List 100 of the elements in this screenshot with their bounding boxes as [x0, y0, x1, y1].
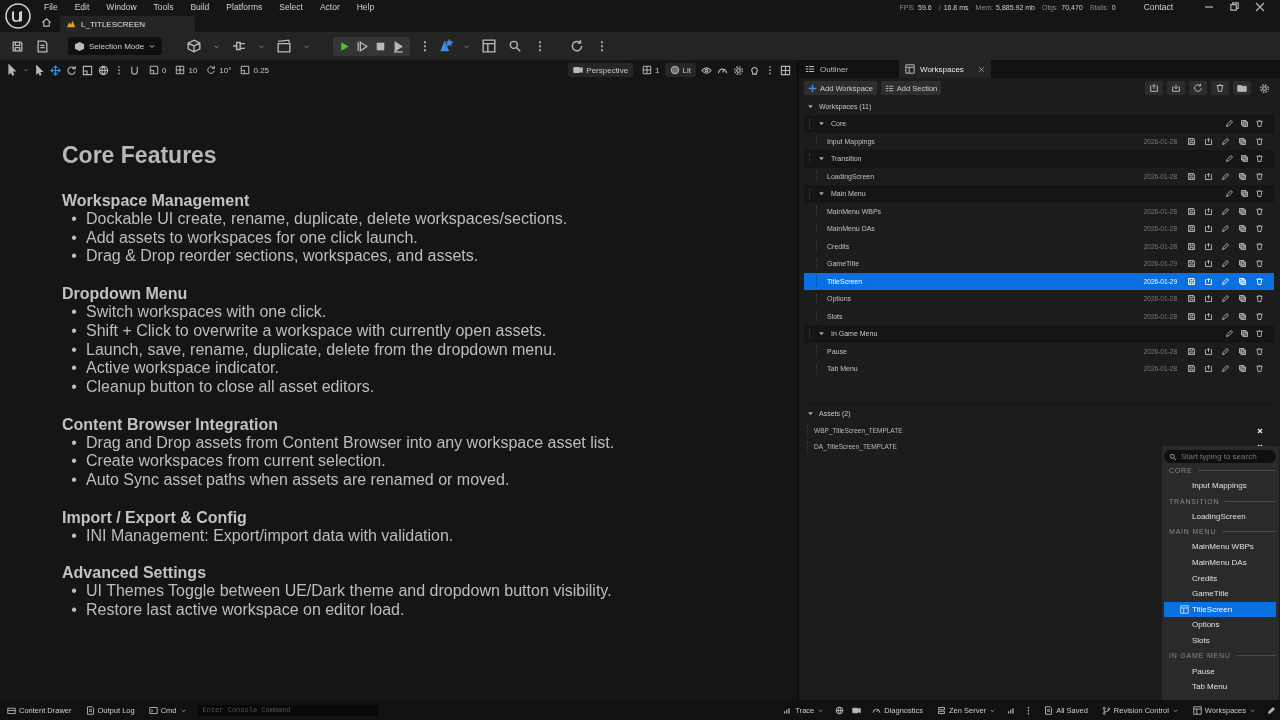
save-icon[interactable] — [1187, 136, 1196, 146]
duplicate-icon[interactable] — [1238, 364, 1247, 374]
search-icon[interactable] — [508, 39, 523, 53]
menu-entry[interactable]: MainMenu WBPs — [1164, 539, 1276, 555]
duplicate-icon[interactable] — [1238, 294, 1247, 304]
lit-icon[interactable] — [669, 65, 680, 75]
delete-icon[interactable] — [1255, 311, 1264, 321]
menu-entry[interactable]: Tab Menu — [1164, 678, 1276, 695]
close-icon[interactable] — [978, 65, 985, 73]
save-icon[interactable] — [1187, 206, 1196, 216]
delete-icon[interactable] — [1255, 206, 1264, 216]
delete-icon[interactable] — [1255, 189, 1264, 199]
delete-icon[interactable] — [1255, 346, 1264, 356]
snap-icon[interactable] — [175, 65, 186, 75]
duplicate-icon[interactable] — [1238, 259, 1247, 269]
duplicate-icon[interactable] — [1238, 136, 1247, 146]
surface-snap-icon[interactable] — [129, 64, 140, 76]
view-button[interactable]: Perspective — [568, 63, 634, 77]
save-icon[interactable] — [1187, 241, 1196, 251]
duplicate-icon[interactable] — [1238, 171, 1247, 181]
view-mode-button[interactable]: Lit — [664, 63, 696, 77]
menu-entry[interactable]: Pause — [1164, 663, 1276, 679]
add-actor-icon[interactable] — [187, 39, 202, 53]
screenshot-icon[interactable] — [852, 705, 862, 715]
duplicate-icon[interactable] — [1238, 346, 1247, 356]
refresh-icon[interactable] — [1193, 83, 1203, 93]
snap-value[interactable]: 0.25 — [240, 65, 270, 75]
delete-icon[interactable] — [1215, 83, 1225, 93]
save-icon[interactable] — [1187, 224, 1196, 234]
delete-icon[interactable] — [1255, 154, 1264, 164]
delete-icon[interactable] — [1255, 136, 1264, 146]
snap-value[interactable]: 0 — [149, 65, 167, 75]
chevron-icon[interactable] — [23, 67, 29, 73]
step-icon[interactable] — [356, 39, 370, 53]
delete-icon[interactable] — [1255, 329, 1264, 339]
close-icon[interactable] — [1254, 1, 1266, 13]
menu-item[interactable]: Tools — [153, 2, 174, 12]
save-icon[interactable] — [1187, 346, 1196, 356]
save-icon[interactable] — [11, 39, 24, 53]
duplicate-icon[interactable] — [1240, 119, 1249, 129]
search-field[interactable]: Start typing to search — [1164, 450, 1276, 463]
delete-icon[interactable] — [1255, 241, 1264, 251]
save-icon[interactable] — [1187, 311, 1196, 321]
menu-item[interactable]: Build — [190, 2, 210, 12]
menu-item[interactable]: Window — [106, 2, 137, 12]
snap-icon[interactable] — [240, 65, 251, 75]
show-icon[interactable] — [701, 64, 712, 76]
duplicate-icon[interactable] — [1238, 311, 1247, 321]
menu-item[interactable]: Platforms — [226, 2, 263, 12]
save-icon[interactable] — [1187, 294, 1196, 304]
snap-value[interactable]: 10 — [175, 65, 198, 75]
contact-link[interactable]: Contact — [1143, 2, 1173, 12]
menu-entry[interactable]: Input Mappings — [1164, 478, 1276, 494]
panel-tab[interactable]: Workspaces — [899, 60, 991, 78]
menu-item[interactable]: Edit — [74, 2, 90, 12]
duplicate-icon[interactable] — [1238, 241, 1247, 251]
select-icon[interactable] — [34, 64, 45, 76]
duplicate-icon[interactable] — [1238, 224, 1247, 234]
play-icon[interactable] — [338, 39, 352, 53]
delete-icon[interactable] — [1255, 119, 1264, 129]
document-tab[interactable]: L_TITLESCREEN — [60, 16, 196, 32]
layout-icon[interactable] — [642, 65, 653, 75]
menu-entry[interactable]: GameTitle — [1164, 585, 1276, 602]
menu-item[interactable]: Actor — [319, 2, 340, 12]
panel-tab[interactable]: Outliner — [799, 60, 891, 78]
home-icon[interactable] — [41, 17, 52, 28]
delete-icon[interactable] — [1255, 294, 1264, 304]
save-icon[interactable] — [1187, 171, 1196, 181]
delete-icon[interactable] — [1255, 259, 1264, 269]
delete-icon[interactable] — [1255, 224, 1264, 234]
edit-icon[interactable] — [1267, 705, 1276, 715]
rotate-icon[interactable] — [66, 64, 77, 76]
camera-icon[interactable] — [573, 65, 584, 75]
export-icon[interactable] — [1149, 83, 1159, 93]
menu-entry[interactable]: TitleScreen — [1164, 601, 1276, 618]
restore-icon[interactable] — [1229, 1, 1240, 12]
save-icon[interactable] — [1187, 364, 1196, 374]
scale-icon[interactable] — [82, 64, 93, 76]
mode-dropdown[interactable]: Selection Mode — [68, 37, 163, 55]
layout-button[interactable]: 1 — [642, 65, 660, 75]
save-icon[interactable] — [1187, 259, 1196, 269]
cinematics-icon[interactable] — [277, 39, 292, 53]
menu-entry[interactable]: Options — [1164, 617, 1276, 633]
delete-icon[interactable] — [1255, 364, 1264, 374]
import-icon[interactable] — [1171, 83, 1181, 93]
duplicate-icon[interactable] — [1240, 329, 1249, 339]
menu-item[interactable]: File — [44, 2, 58, 12]
delete-icon[interactable] — [1255, 171, 1264, 181]
eject-icon[interactable] — [392, 39, 406, 53]
light-icon[interactable] — [749, 64, 760, 76]
folder-icon[interactable] — [1237, 83, 1247, 93]
layout-icon[interactable] — [780, 64, 791, 76]
duplicate-icon[interactable] — [1238, 206, 1247, 216]
move-icon[interactable] — [50, 64, 61, 76]
duplicate-icon[interactable] — [1240, 189, 1249, 199]
menu-entry[interactable]: LoadingScreen — [1164, 508, 1276, 525]
menu-item[interactable]: Help — [356, 2, 375, 12]
snap-value[interactable]: 10° — [206, 65, 232, 75]
remove-icon[interactable] — [1256, 426, 1264, 435]
menu-entry[interactable]: Slots — [1164, 632, 1276, 649]
